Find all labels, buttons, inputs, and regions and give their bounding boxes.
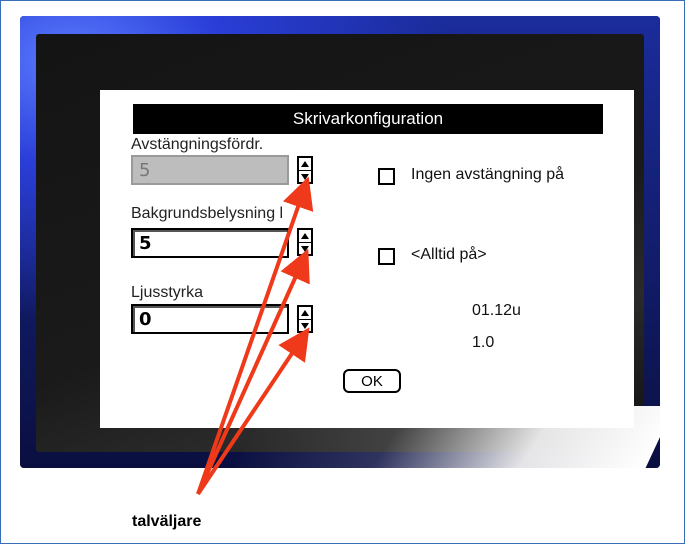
arrow-to-backlight-spinner: [196, 248, 310, 495]
arrow-to-brightness-spinner: [196, 327, 310, 496]
annotation-arrows: [196, 176, 314, 496]
arrow-to-shutdown-spinner: [196, 176, 314, 495]
annotation-caption: talväljare: [132, 513, 202, 530]
